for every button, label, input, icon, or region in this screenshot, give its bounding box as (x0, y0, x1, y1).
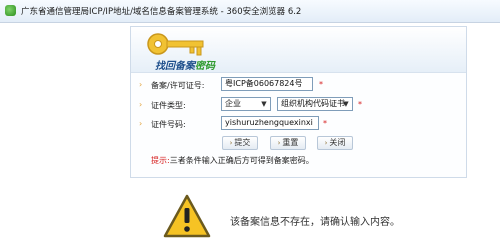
panel-title-main: 找回备案 (155, 61, 195, 72)
cert-number-input[interactable]: yishuruzhengquexinxi (221, 116, 319, 130)
warning-icon (163, 194, 211, 238)
recover-password-panel: 找回备案密码 › 备案/许可证号: 粤ICP备06067824号 * › 证件类… (130, 26, 467, 178)
row-bullet-icon: › (139, 100, 143, 109)
browser-titlebar: 广东省通信管理局ICP/IP地址/域名信息备案管理系统 - 360安全浏览器 6… (0, 0, 500, 23)
reset-icon: › (277, 139, 281, 147)
close-icon: › (324, 139, 328, 147)
key-icon (147, 33, 204, 56)
form-row-license: › 备案/许可证号: 粤ICP备06067824号 * (131, 77, 466, 93)
close-button[interactable]: › 关闭 (317, 136, 353, 150)
chevron-down-icon: ▼ (261, 100, 267, 108)
entity-type-select[interactable]: 企业 ▼ (221, 97, 271, 111)
license-label: 备案/许可证号: (151, 81, 205, 90)
alert-message: 该备案信息不存在，请确认输入内容。 (230, 217, 400, 228)
panel-header: 找回备案密码 (131, 27, 466, 73)
submit-icon: › (229, 139, 233, 147)
required-mark: * (358, 100, 362, 109)
panel-title-accent: 密码 (195, 61, 215, 72)
form-row-cert-number: › 证件号码: yishuruzhengquexinxi * (131, 116, 466, 132)
required-mark: * (319, 80, 323, 89)
browser-logo-icon (5, 5, 16, 16)
reset-label: 重置 (282, 138, 299, 147)
panel-title: 找回备案密码 (155, 57, 215, 72)
row-bullet-icon: › (139, 119, 143, 128)
chevron-down-icon: ▼ (343, 100, 349, 108)
submit-button[interactable]: › 提交 (222, 136, 258, 150)
cert-type-select[interactable]: 组织机构代码证书 ▼ (277, 97, 353, 111)
hint-label: 提示: (151, 156, 170, 165)
form-row-cert-type: › 证件类型: 企业 ▼ 组织机构代码证书 ▼ * (131, 97, 466, 113)
hint-message: 三者条件输入正确后方可得到备案密码。 (169, 156, 314, 165)
reset-button[interactable]: › 重置 (270, 136, 306, 150)
required-mark: * (323, 119, 327, 128)
close-label: 关闭 (329, 138, 346, 147)
hint-text: 提示:三者条件输入正确后方可得到备案密码。 (151, 155, 314, 166)
submit-label: 提交 (234, 138, 251, 147)
license-number-input[interactable]: 粤ICP备06067824号 (221, 77, 313, 91)
cert-type-value: 组织机构代码证书 (281, 99, 345, 108)
entity-type-value: 企业 (225, 99, 241, 108)
cert-type-label: 证件类型: (151, 101, 186, 110)
row-bullet-icon: › (139, 80, 143, 89)
window-title: 广东省通信管理局ICP/IP地址/域名信息备案管理系统 - 360安全浏览器 6… (21, 7, 302, 17)
cert-number-label: 证件号码: (151, 120, 186, 129)
